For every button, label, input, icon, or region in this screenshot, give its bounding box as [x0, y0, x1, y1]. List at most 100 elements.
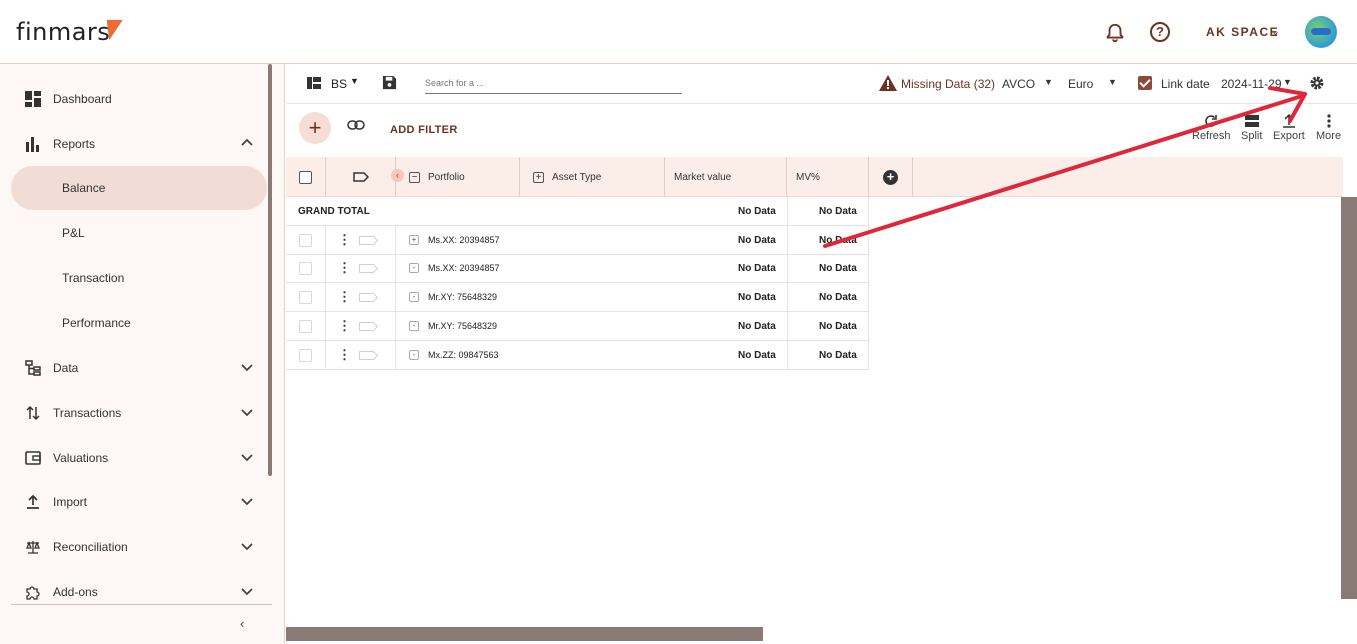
row-tag-icon[interactable] [359, 350, 373, 360]
user-avatar[interactable] [1305, 16, 1337, 48]
row-tag-icon[interactable] [359, 235, 373, 245]
row-checkbox[interactable] [299, 319, 312, 333]
add-filter-button[interactable]: ADD FILTER [390, 124, 458, 136]
table-row[interactable]: ⋮ + Ms.XX: 20394857 No Data No Data [286, 226, 869, 255]
sidebar-scrollbar[interactable] [268, 64, 272, 476]
grid-horizontal-scrollbar[interactable] [286, 627, 763, 641]
chevron-down-icon[interactable] [240, 405, 254, 419]
column-label: MV% [796, 171, 820, 183]
chevron-down-icon[interactable] [240, 584, 254, 598]
sidebar-subitem-performance[interactable]: Performance [11, 301, 267, 345]
more-button[interactable]: More [1316, 112, 1341, 142]
column-header-asset-type[interactable]: + Asset Type [520, 157, 665, 197]
sidebar-item-label: Reconciliation [53, 540, 128, 554]
bar-chart-icon [24, 135, 42, 153]
chevron-down-icon[interactable] [240, 494, 254, 508]
finmars-logo[interactable]: finmars [16, 18, 110, 46]
sidebar-item-valuations[interactable]: Valuations [0, 436, 272, 480]
collapse-group-icon[interactable]: − [409, 171, 420, 183]
split-icon [1241, 112, 1262, 130]
collapse-sidebar-icon[interactable]: ‹ [240, 616, 244, 631]
grand-total-label: GRAND TOTAL [298, 205, 370, 217]
sidebar-item-reports[interactable]: Reports [0, 122, 272, 166]
chevron-down-icon[interactable] [240, 539, 254, 553]
row-menu-icon[interactable]: ⋮ [338, 254, 351, 282]
layout-name[interactable]: BS [331, 77, 347, 91]
collapse-row-icon[interactable]: - [409, 263, 419, 273]
chevron-down-icon[interactable]: ⌄ [1271, 25, 1280, 38]
sidebar-item-data[interactable]: Data [0, 346, 272, 390]
puzzle-icon [24, 583, 42, 601]
table-row[interactable]: ⋮ - Mr.XY: 75648329 No Data No Data [286, 283, 869, 312]
add-column-icon[interactable]: + [883, 169, 898, 185]
sidebar-item-dashboard[interactable]: Dashboard [0, 77, 272, 121]
action-bar: + ADD FILTER Refresh Split Export More [286, 104, 1357, 157]
column-header-market-value[interactable]: Market value [665, 157, 787, 197]
collapse-row-icon[interactable]: - [409, 292, 419, 302]
add-button[interactable]: + [299, 112, 331, 144]
row-checkbox[interactable] [299, 261, 312, 275]
market-value-cell: No Data [738, 291, 776, 303]
row-tag-icon[interactable] [359, 263, 373, 273]
report-toolbar: BS ▼ Missing Data (32) AVCO ▼ Euro ▼ Lin… [286, 64, 1357, 104]
select-all-checkbox[interactable] [299, 170, 312, 184]
chevron-up-icon[interactable] [240, 136, 254, 150]
portfolio-cell: Ms.XX: 20394857 [428, 263, 500, 273]
row-menu-icon[interactable]: ⋮ [338, 312, 351, 340]
sidebar-subitem-transaction[interactable]: Transaction [11, 256, 267, 300]
missing-data-link[interactable]: Missing Data (32) [901, 77, 995, 91]
chevron-down-icon[interactable] [240, 360, 254, 374]
caret-down-icon[interactable]: ▼ [1044, 77, 1053, 87]
table-row[interactable]: ⋮ - Mx.ZZ: 09847563 No Data No Data [286, 341, 869, 370]
grid-vertical-scrollbar[interactable] [1341, 197, 1357, 599]
row-menu-icon[interactable]: ⋮ [338, 283, 351, 311]
caret-down-icon[interactable]: ▼ [350, 76, 359, 86]
row-tag-icon[interactable] [359, 292, 373, 302]
table-row[interactable]: ⋮ - Ms.XX: 20394857 No Data No Data [286, 254, 869, 283]
link-date-checkbox[interactable] [1138, 76, 1152, 90]
table-row[interactable]: ⋮ - Mr.XY: 75648329 No Data No Data [286, 312, 869, 341]
sidebar-item-label: Reports [53, 137, 96, 151]
report-date-picker[interactable]: 2024-11-29 [1221, 77, 1282, 91]
caret-down-icon[interactable]: ▼ [1283, 77, 1292, 87]
refresh-button[interactable]: Refresh [1192, 112, 1231, 142]
refresh-icon [1192, 112, 1231, 130]
search-input[interactable] [425, 72, 682, 94]
label-tag-icon[interactable] [352, 172, 369, 182]
row-checkbox[interactable] [299, 348, 312, 362]
layout-grid-icon[interactable] [307, 77, 321, 89]
collapse-row-icon[interactable]: - [409, 350, 419, 360]
expand-row-icon[interactable]: + [409, 235, 419, 245]
sidebar-item-reconciliation[interactable]: Reconciliation [0, 525, 272, 569]
column-header-portfolio[interactable]: − Portfolio [396, 157, 520, 197]
collapse-row-icon[interactable]: - [409, 321, 419, 331]
sidebar-item-add-ons[interactable]: Add-ons [0, 570, 272, 614]
sidebar-item-transactions[interactable]: Transactions [0, 391, 272, 435]
save-icon[interactable] [382, 75, 397, 90]
split-button[interactable]: Split [1241, 112, 1262, 142]
chevron-down-icon[interactable] [240, 450, 254, 464]
grand-total-mv-percent: No Data [819, 205, 857, 217]
refresh-label: Refresh [1192, 130, 1231, 142]
row-menu-icon[interactable]: ⋮ [338, 226, 351, 254]
export-button[interactable]: Export [1273, 112, 1305, 142]
sidebar-item-import[interactable]: Import [0, 480, 272, 524]
column-header-mv-percent[interactable]: MV% [787, 157, 869, 197]
row-tag-icon[interactable] [359, 321, 373, 331]
sidebar-subitem-pnl[interactable]: P&L [11, 211, 267, 255]
row-checkbox[interactable] [299, 233, 312, 247]
currency-select[interactable]: Euro [1068, 77, 1093, 91]
expand-group-icon[interactable]: + [533, 171, 544, 183]
sidebar-subitem-balance[interactable]: Balance [11, 166, 267, 210]
help-icon[interactable]: ? [1150, 22, 1170, 42]
warning-icon[interactable] [879, 75, 897, 91]
row-menu-icon[interactable]: ⋮ [338, 341, 351, 369]
space-selector[interactable]: AK SPACE [1206, 25, 1279, 39]
grand-total-market-value: No Data [738, 205, 776, 217]
caret-down-icon[interactable]: ▼ [1108, 77, 1117, 87]
link-icon[interactable] [347, 120, 365, 130]
notifications-bell-icon[interactable] [1104, 22, 1126, 44]
gear-icon[interactable] [1309, 75, 1325, 91]
row-checkbox[interactable] [299, 290, 312, 304]
cost-method-select[interactable]: AVCO [1002, 77, 1035, 91]
